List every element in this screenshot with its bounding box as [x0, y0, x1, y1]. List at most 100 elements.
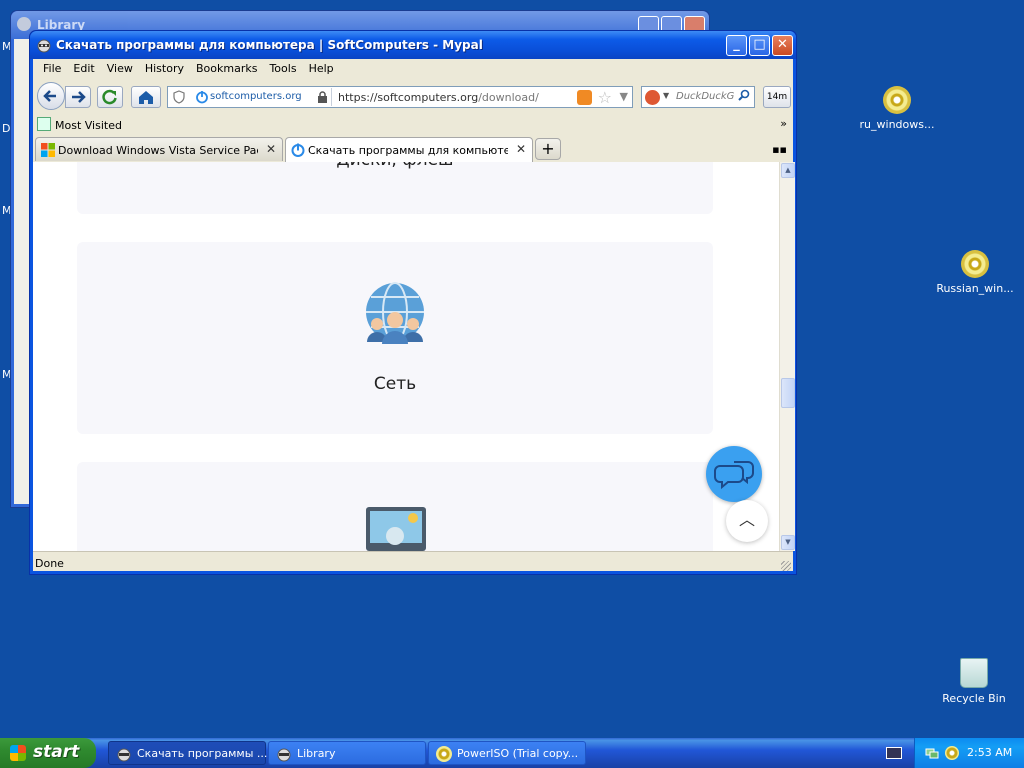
scroll-up-arrow-icon[interactable]: ▲: [781, 163, 795, 178]
desktop-icon-label: Russian_win...: [936, 282, 1014, 295]
desktop-icon-label: ru_windows...: [859, 118, 935, 131]
bookmarks-toolbar: Most Visited »: [33, 113, 793, 135]
mypal-raccoon-icon: [37, 39, 51, 53]
duckduckgo-icon[interactable]: [645, 90, 660, 105]
timer-button[interactable]: 14m: [763, 86, 791, 108]
status-text: Done: [35, 557, 64, 570]
web-content[interactable]: Диски, флеш Сеть: [33, 162, 779, 551]
taskbar-item-browser[interactable]: Скачать программы ...: [108, 741, 268, 765]
desktop: M D M M Library Скачать программы для ко…: [0, 0, 1024, 738]
tab-label: Скачать программы для компьютера |...: [308, 144, 508, 157]
taskbar-item-label: PowerISO (Trial copy...: [457, 747, 579, 760]
disc-image-icon: [883, 86, 911, 114]
windows-flag-icon: [10, 745, 26, 761]
power-icon: [196, 91, 208, 104]
menu-file[interactable]: File: [37, 59, 67, 79]
taskbar-item-library[interactable]: Library: [268, 741, 426, 765]
url-base: https://softcomputers.org: [338, 91, 479, 104]
network-globe-icon: [366, 282, 424, 344]
menu-help[interactable]: Help: [303, 59, 340, 79]
rss-icon[interactable]: [577, 90, 592, 105]
poweriso-tray-icon[interactable]: [945, 746, 959, 760]
network-tray-icon[interactable]: [925, 746, 939, 760]
taskbar: start Скачать программы ... Library Powe…: [0, 738, 1024, 768]
menu-history[interactable]: History: [139, 59, 190, 79]
desktop-icon-russian-win[interactable]: Russian_win...: [930, 250, 1020, 295]
power-icon: [291, 143, 305, 157]
start-label: start: [33, 742, 80, 762]
minimize-button[interactable]: _: [726, 35, 747, 56]
desktop-icon-ru-windows[interactable]: ru_windows...: [852, 86, 942, 131]
disc-image-icon: [436, 746, 452, 762]
menu-view[interactable]: View: [101, 59, 139, 79]
shield-icon[interactable]: [172, 90, 186, 104]
mypal-raccoon-icon: [117, 748, 131, 762]
new-tab-button[interactable]: +: [535, 138, 561, 160]
category-card-desktop[interactable]: [77, 462, 713, 551]
search-icon[interactable]: [738, 89, 750, 103]
tab-vista-service-pack[interactable]: Download Windows Vista Service Pack 1 ..…: [35, 137, 283, 161]
taskbar-item-poweriso[interactable]: PowerISO (Trial copy...: [428, 741, 586, 765]
scroll-down-arrow-icon[interactable]: ▼: [781, 535, 795, 550]
bookmark-star-icon[interactable]: ☆: [598, 88, 612, 107]
menu-bar: File Edit View History Bookmarks Tools H…: [33, 59, 793, 79]
arrow-left-icon: [43, 90, 56, 102]
back-button[interactable]: [37, 82, 65, 110]
category-card-network[interactable]: Сеть: [77, 242, 713, 434]
menu-edit[interactable]: Edit: [67, 59, 100, 79]
disc-image-icon: [961, 250, 989, 278]
tab-softcomputers[interactable]: Скачать программы для компьютера |... ✕: [285, 137, 533, 162]
close-button[interactable]: ✕: [772, 35, 793, 56]
browser-client: File Edit View History Bookmarks Tools H…: [33, 59, 795, 573]
url-bar[interactable]: softcomputers.org https://softcomputers.…: [167, 86, 633, 108]
keyboard-icon[interactable]: [886, 747, 902, 759]
title-bar[interactable]: Скачать программы для компьютера | SoftC…: [30, 31, 796, 59]
tab-strip: Download Windows Vista Service Pack 1 ..…: [33, 135, 793, 162]
category-card-disks[interactable]: Диски, флеш: [77, 162, 713, 214]
resize-grip-icon[interactable]: [781, 561, 791, 571]
bookmarks-overflow-button[interactable]: »: [780, 117, 787, 130]
desktop-settings-icon: [366, 507, 426, 551]
recycle-bin-icon: [960, 658, 988, 688]
vertical-scrollbar[interactable]: ▲ ▼: [779, 162, 795, 551]
maximize-button[interactable]: □: [749, 35, 770, 56]
scrollbar-thumb[interactable]: [781, 378, 795, 408]
start-button[interactable]: start: [0, 738, 96, 768]
search-placeholder: DuckDuckG: [676, 91, 735, 102]
tab-grid-icon[interactable]: ▪▪: [772, 143, 787, 156]
desktop-icon-label: Recycle Bin: [942, 692, 1006, 705]
tab-label: Download Windows Vista Service Pack 1 ..…: [58, 144, 258, 157]
raccoon-icon: [17, 17, 31, 31]
home-button[interactable]: [131, 86, 161, 108]
chat-button[interactable]: [706, 446, 762, 502]
desktop-icon-recycle-bin[interactable]: Recycle Bin: [929, 658, 1019, 705]
lock-icon: [318, 91, 327, 103]
card-title: Сеть: [373, 374, 417, 394]
home-icon: [139, 91, 153, 104]
taskbar-item-label: Скачать программы ...: [137, 747, 268, 760]
back-to-top-button[interactable]: ︿: [726, 500, 768, 542]
url-dropdown-icon[interactable]: ▼: [620, 90, 628, 103]
card-title: Диски, флеш: [77, 162, 713, 170]
reload-icon: [102, 89, 117, 105]
forward-button[interactable]: [65, 86, 91, 108]
site-identity-label: softcomputers.org: [210, 91, 302, 102]
site-identity-button[interactable]: softcomputers.org: [192, 88, 332, 106]
tab-close-icon[interactable]: ✕: [266, 142, 276, 156]
clock[interactable]: 2:53 AM: [967, 746, 1012, 759]
system-tray: 2:53 AM: [914, 738, 1024, 768]
search-engine-dropdown-icon[interactable]: ▼: [663, 91, 669, 100]
status-bar: Done: [33, 551, 793, 573]
most-visited-bookmark[interactable]: Most Visited: [55, 119, 122, 132]
url-text[interactable]: https://softcomputers.org/download/: [338, 91, 539, 104]
search-bar[interactable]: ▼ DuckDuckG: [641, 86, 755, 108]
menu-tools[interactable]: Tools: [263, 59, 302, 79]
reload-button[interactable]: [97, 86, 123, 108]
browser-window[interactable]: Скачать программы для компьютера | SoftC…: [29, 30, 797, 575]
url-path: /download/: [478, 91, 539, 104]
tab-close-icon[interactable]: ✕: [516, 142, 526, 156]
navigation-toolbar: softcomputers.org https://softcomputers.…: [33, 79, 793, 113]
window-title: Скачать программы для компьютера | SoftC…: [56, 38, 483, 52]
menu-bookmarks[interactable]: Bookmarks: [190, 59, 263, 79]
mypal-raccoon-icon: [277, 748, 291, 762]
